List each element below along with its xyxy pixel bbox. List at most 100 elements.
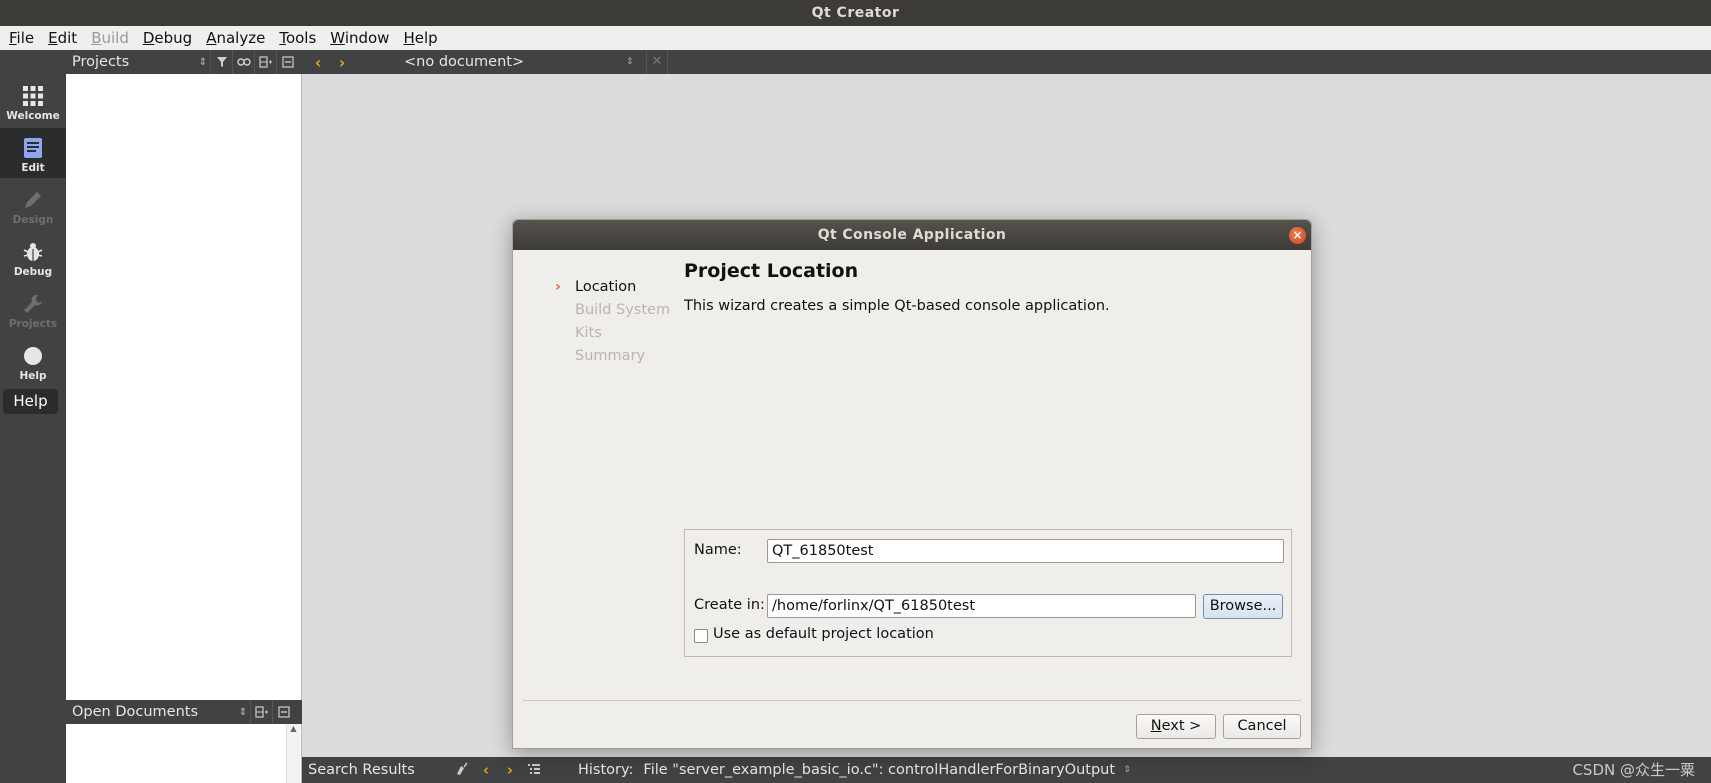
- step-label: Summary: [575, 348, 646, 364]
- go-back-icon[interactable]: ‹: [306, 53, 330, 72]
- updown-arrows-icon[interactable]: ⇕: [236, 707, 250, 718]
- grid-icon: [23, 86, 43, 106]
- open-documents-panel-header: Open Documents ⇕: [66, 700, 302, 724]
- wrench-icon: [24, 295, 42, 313]
- wizard-step-build-system: Build System: [543, 299, 670, 322]
- menu-mnemonic: D: [142, 29, 155, 47]
- create-in-label: Create in:: [694, 597, 765, 613]
- cancel-button[interactable]: Cancel: [1223, 714, 1301, 739]
- output-pane-bar: Search Results ‹ › History: File "server…: [302, 757, 1711, 783]
- editor-toolbar: ‹ › <no document> ⇕ ✕: [302, 50, 1711, 74]
- scrollbar[interactable]: ▲: [286, 724, 300, 783]
- browse-button[interactable]: Browse...: [1203, 594, 1283, 619]
- menu-build[interactable]: Build: [84, 26, 136, 50]
- step-label: Location: [575, 279, 637, 295]
- menu-help[interactable]: Help: [396, 26, 444, 50]
- menu-mnemonic: B: [91, 29, 102, 47]
- menu-debug[interactable]: Debug: [136, 26, 199, 50]
- mode-label: Edit: [21, 162, 45, 174]
- close-document-icon[interactable]: ✕: [646, 50, 668, 74]
- split-icon[interactable]: [254, 50, 276, 74]
- close-icon[interactable]: ×: [1289, 227, 1306, 244]
- mode-design[interactable]: Design: [0, 180, 66, 230]
- output-pane-title[interactable]: Search Results: [302, 762, 450, 778]
- new-project-wizard-dialog: Qt Console Application × › Location Buil…: [512, 219, 1312, 749]
- menu-mnemonic: H: [403, 29, 415, 47]
- previous-item-icon[interactable]: ‹: [474, 761, 498, 779]
- mode-label: Welcome: [6, 110, 60, 122]
- project-name-input[interactable]: [767, 539, 1284, 563]
- create-in-path-input[interactable]: [767, 594, 1196, 618]
- window-title: Qt Creator: [0, 0, 1711, 26]
- menu-mnemonic: F: [9, 29, 17, 47]
- projects-panel-header: Projects ⇕: [66, 50, 302, 74]
- open-documents-title[interactable]: Open Documents: [66, 704, 236, 720]
- step-label: Build System: [575, 302, 671, 318]
- next-item-icon[interactable]: ›: [498, 761, 522, 779]
- mode-label: Projects: [8, 318, 58, 330]
- menu-tools[interactable]: Tools: [272, 26, 323, 50]
- mode-label: Design: [12, 214, 54, 226]
- mode-welcome[interactable]: Welcome: [0, 76, 66, 126]
- menubar: File Edit Build Debug Analyze Tools Window Help: [0, 26, 1711, 50]
- default-location-checkbox[interactable]: [694, 629, 708, 643]
- close-panel-icon[interactable]: [276, 50, 298, 74]
- menu-mnemonic: E: [48, 29, 58, 47]
- divider: [523, 700, 1301, 701]
- expand-all-icon[interactable]: [522, 763, 546, 778]
- clear-icon[interactable]: [450, 762, 474, 779]
- mode-projects[interactable]: Projects: [0, 284, 66, 334]
- mode-debug[interactable]: Debug: [0, 232, 66, 282]
- sidebar: Projects ⇕ Open Documents ⇕ ▲: [66, 50, 302, 783]
- document-selector[interactable]: <no document>: [404, 50, 644, 74]
- menu-window[interactable]: Window: [323, 26, 396, 50]
- menu-mnemonic: W: [330, 29, 345, 47]
- menu-edit[interactable]: Edit: [41, 26, 84, 50]
- menu-label-rest: ebug: [154, 29, 193, 47]
- mode-help[interactable]: Help: [0, 336, 66, 386]
- project-location-group: Name: Create in: Browse... Use as defaul…: [684, 529, 1292, 657]
- next-button[interactable]: Next >: [1136, 714, 1216, 739]
- updown-arrows-icon[interactable]: ⇕: [626, 50, 634, 74]
- updown-arrows-icon[interactable]: ⇕: [1123, 765, 1131, 775]
- history-label: History:: [578, 762, 634, 778]
- menu-mnemonic: A: [206, 29, 217, 47]
- mode-label: Help: [19, 370, 47, 382]
- default-location-label[interactable]: Use as default project location: [713, 626, 934, 642]
- next-mnemonic: N: [1150, 718, 1162, 734]
- menu-label-rest: ools: [285, 29, 317, 47]
- dialog-title: Qt Console Application: [513, 220, 1311, 250]
- step-label: Kits: [575, 325, 602, 341]
- page-title: Project Location: [684, 260, 859, 282]
- pencil-icon: [25, 192, 41, 208]
- wizard-step-summary: Summary: [543, 345, 670, 368]
- scroll-up-icon[interactable]: ▲: [287, 724, 300, 733]
- go-forward-icon[interactable]: ›: [330, 53, 354, 72]
- menu-mnemonic: T: [279, 29, 286, 47]
- menu-label-rest: ile: [16, 29, 35, 47]
- help-icon: [24, 347, 42, 365]
- close-panel-icon[interactable]: [272, 700, 294, 724]
- filter-icon[interactable]: [210, 50, 232, 74]
- projects-panel-title[interactable]: Projects: [66, 54, 196, 70]
- menu-analyze[interactable]: Analyze: [199, 26, 272, 50]
- menu-label-rest: uild: [101, 29, 129, 47]
- menu-label-rest: indow: [344, 29, 390, 47]
- mode-selector: Welcome Edit Design Debug Projects Help …: [0, 50, 66, 783]
- document-icon: [24, 138, 42, 158]
- page-description: This wizard creates a simple Qt-based co…: [684, 298, 1110, 314]
- history-combo[interactable]: File "server_example_basic_io.c": contro…: [643, 762, 1123, 778]
- mode-edit[interactable]: Edit: [0, 128, 66, 178]
- updown-arrows-icon[interactable]: ⇕: [196, 57, 210, 68]
- split-icon[interactable]: [250, 700, 272, 724]
- name-label: Name:: [694, 542, 742, 558]
- link-icon[interactable]: [232, 50, 254, 74]
- menu-label-rest: nalyze: [216, 29, 266, 47]
- menu-file[interactable]: File: [2, 26, 41, 50]
- mode-label: Debug: [13, 266, 53, 278]
- wizard-step-location: › Location: [543, 276, 670, 299]
- mode-tooltip: Help: [3, 389, 58, 414]
- menu-label-rest: dit: [57, 29, 78, 47]
- bug-icon: [23, 243, 43, 261]
- watermark: CSDN @众生一粟: [1572, 761, 1695, 779]
